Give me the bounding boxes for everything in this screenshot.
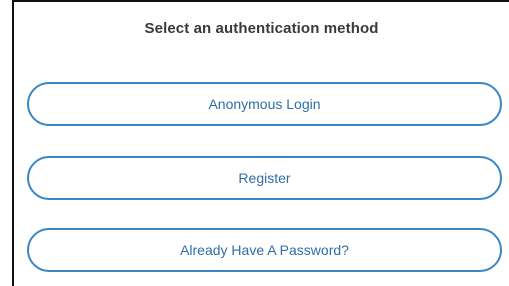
anonymous-login-button[interactable]: Anonymous Login — [27, 82, 502, 126]
anonymous-login-label: Anonymous Login — [208, 96, 321, 112]
already-have-password-label: Already Have A Password? — [180, 242, 349, 258]
register-button[interactable]: Register — [27, 156, 502, 200]
authentication-panel: Select an authentication method Anonymou… — [12, 0, 509, 286]
auth-method-title: Select an authentication method — [144, 20, 379, 37]
already-have-password-button[interactable]: Already Have A Password? — [27, 228, 502, 272]
register-label: Register — [238, 170, 291, 186]
